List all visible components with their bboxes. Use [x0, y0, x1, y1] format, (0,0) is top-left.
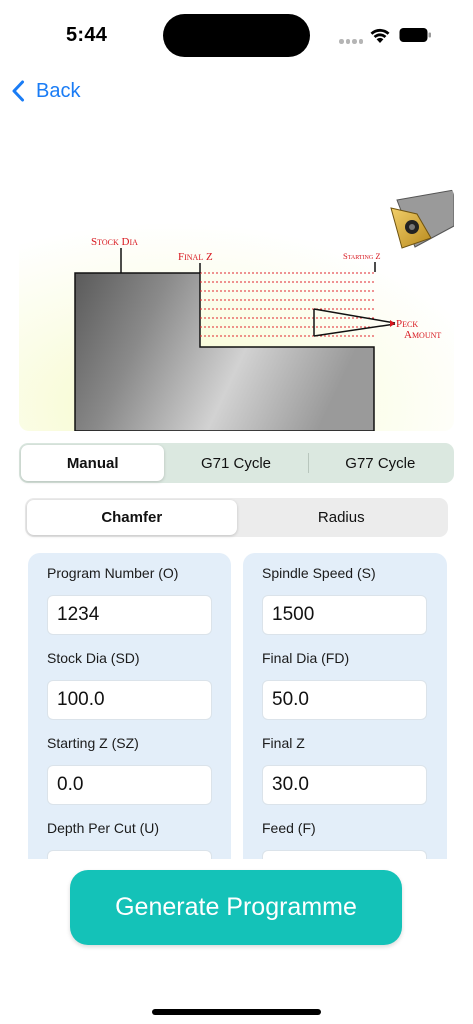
final-z-field-label: Final Z	[262, 735, 305, 751]
tab-g77-cycle[interactable]: G77 Cycle	[309, 445, 452, 481]
form-column-left: Program Number (O) 1234 Stock Dia (SD) 1…	[28, 553, 231, 859]
final-dia-label: Final Dia (FD)	[262, 650, 350, 666]
feed-field[interactable]	[262, 850, 427, 859]
final-z-label: Final Z	[178, 251, 213, 263]
tab-radius[interactable]: Radius	[237, 500, 447, 535]
stock-dia-field[interactable]: 100.0	[47, 680, 212, 720]
depth-per-cut-field[interactable]	[47, 850, 212, 859]
starting-z-label: Starting Z	[343, 251, 381, 261]
program-number-field[interactable]: 1234	[47, 595, 212, 635]
final-z-field[interactable]: 30.0	[262, 765, 427, 805]
back-button[interactable]: Back	[8, 76, 80, 106]
final-dia-field[interactable]: 50.0	[262, 680, 427, 720]
program-number-label: Program Number (O)	[47, 565, 179, 581]
wifi-icon	[370, 28, 390, 43]
dynamic-island	[163, 14, 310, 57]
spindle-speed-field[interactable]: 1500	[262, 595, 427, 635]
form-column-right: Spindle Speed (S) 1500 Final Dia (FD) 50…	[243, 553, 447, 859]
status-bar: 5:44	[0, 0, 473, 60]
stock-dia-field-label: Stock Dia (SD)	[47, 650, 140, 666]
tab-manual[interactable]: Manual	[21, 445, 165, 481]
stock-dia-label: Stock Dia	[91, 236, 138, 248]
tab-g71-cycle[interactable]: G71 Cycle	[164, 445, 307, 481]
battery-icon	[399, 28, 431, 42]
cycle-segmented-control: Manual G71 Cycle G77 Cycle	[19, 443, 454, 483]
status-time: 5:44	[66, 24, 108, 46]
tab-chamfer[interactable]: Chamfer	[27, 500, 237, 535]
feed-label: Feed (F)	[262, 820, 316, 836]
amount-label: Amount	[404, 329, 441, 341]
shape-segmented-control: Chamfer Radius	[25, 498, 448, 537]
home-indicator[interactable]	[152, 1009, 321, 1015]
spindle-speed-label: Spindle Speed (S)	[262, 565, 376, 581]
back-label: Back	[36, 79, 81, 102]
generate-programme-button[interactable]: Generate Programme	[70, 870, 402, 945]
cellular-signal-icon	[339, 39, 363, 44]
chevron-left-icon	[12, 80, 24, 102]
starting-z-field-label: Starting Z (SZ)	[47, 735, 139, 751]
starting-z-field[interactable]: 0.0	[47, 765, 212, 805]
depth-per-cut-label: Depth Per Cut (U)	[47, 820, 160, 836]
turning-diagram: Stock Dia Final Z Starting Z Peck Amount	[19, 186, 454, 431]
